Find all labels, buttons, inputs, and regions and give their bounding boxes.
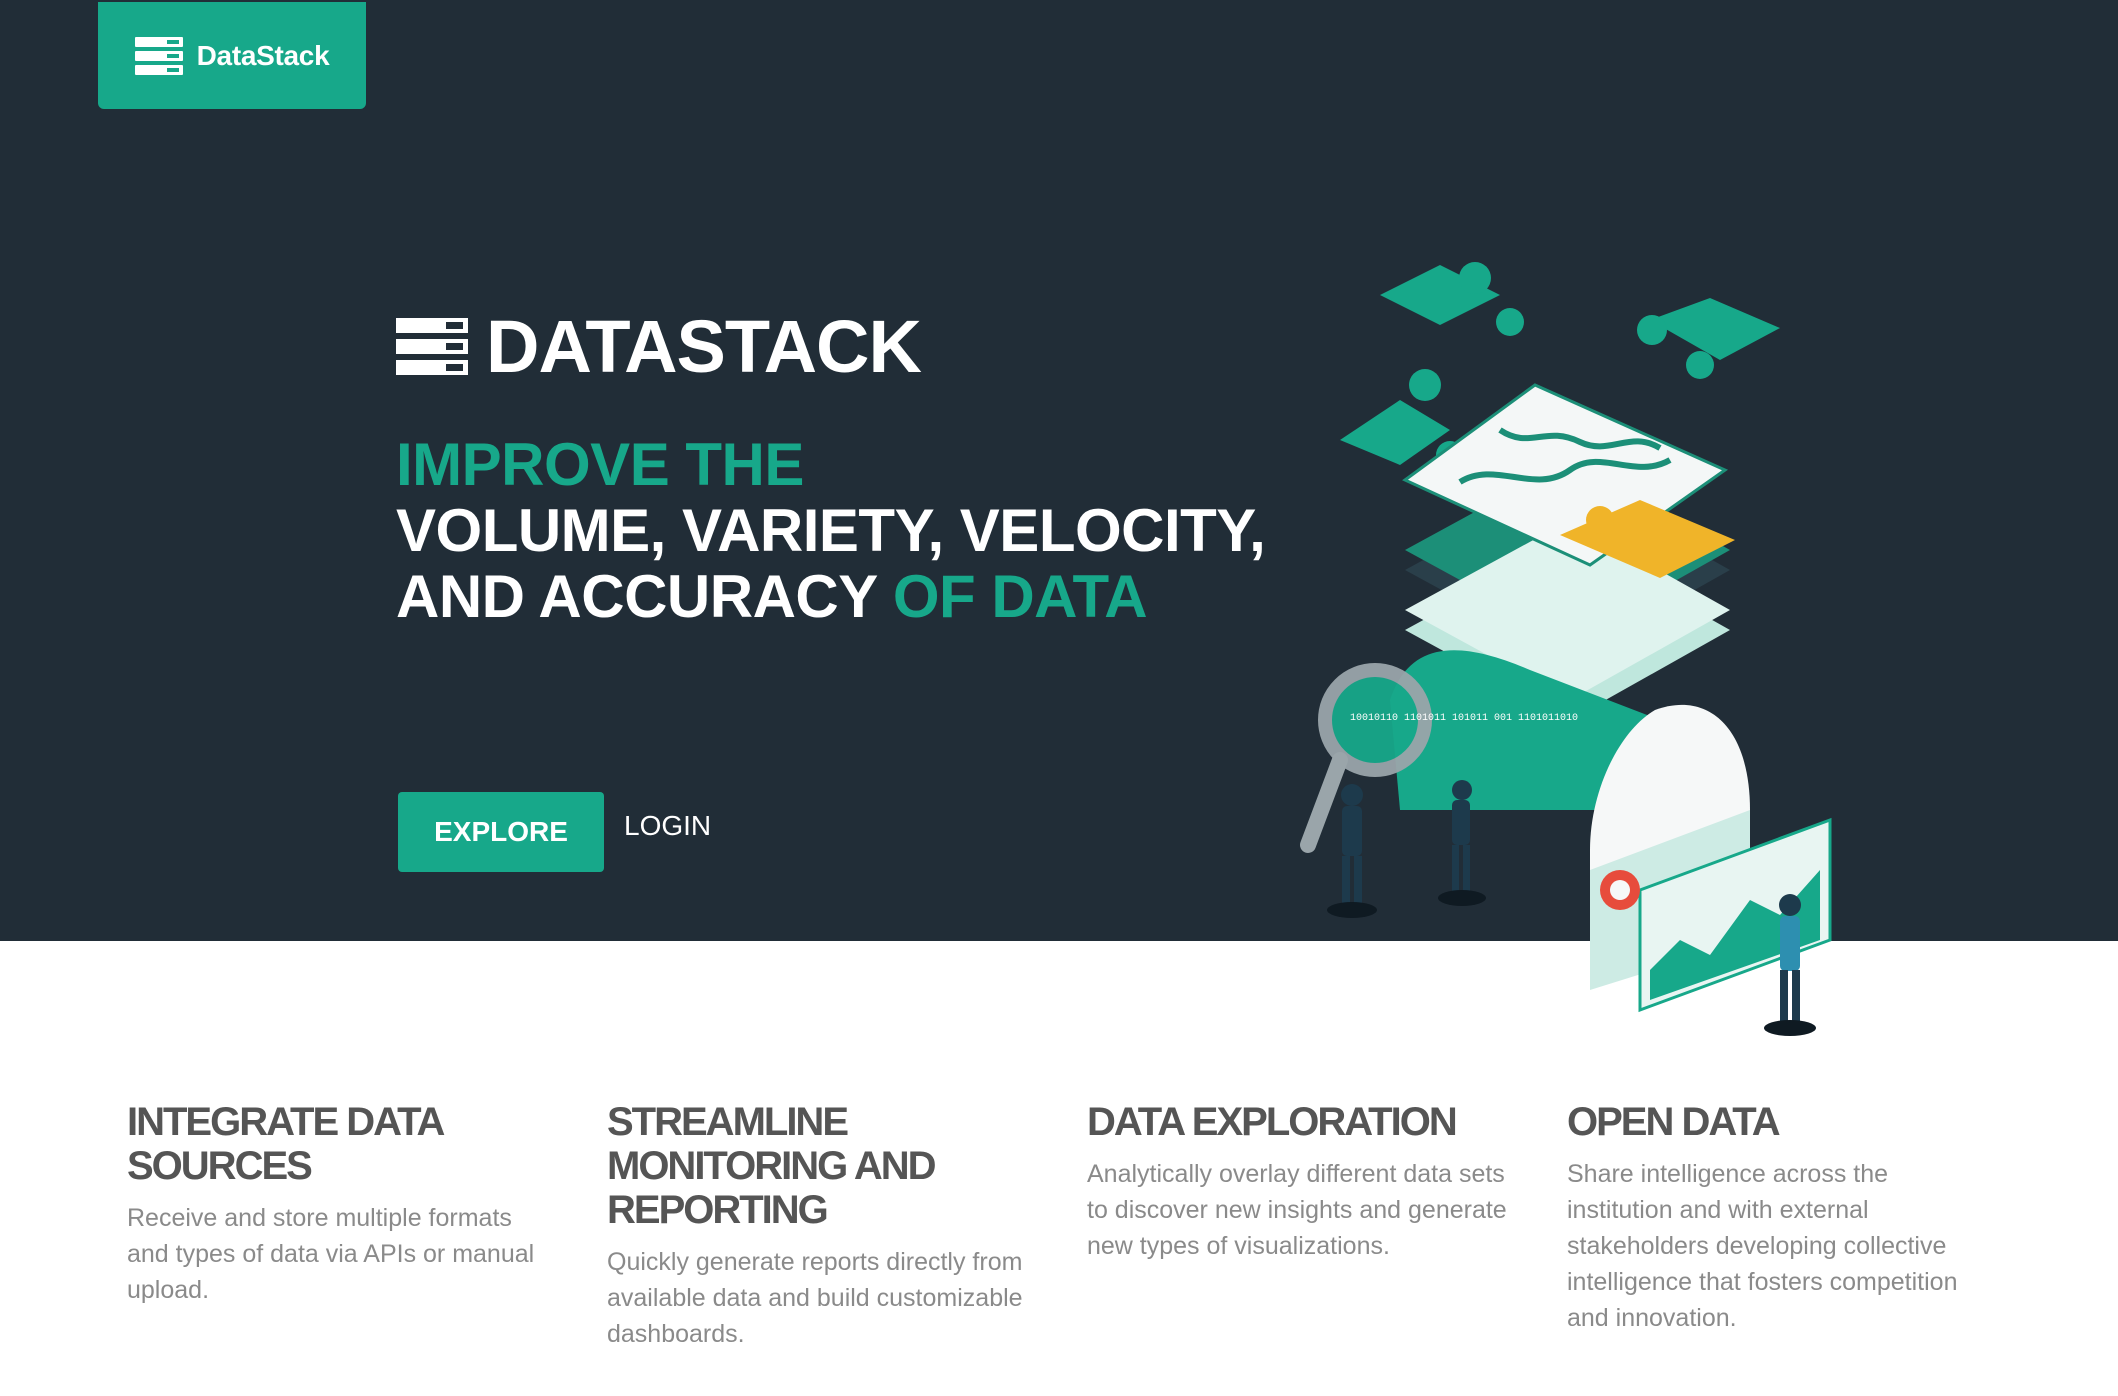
feature-description: Analytically overlay different data sets… [1087, 1160, 1507, 1260]
feature-open-data: OPEN DATA Share intelligence across the … [1567, 1100, 1997, 1336]
feature-description: Receive and store multiple formats and t… [127, 1204, 535, 1304]
features-section: INTEGRATE DATA SOURCES Receive and store… [0, 1100, 2118, 1396]
feature-data-exploration: DATA EXPLORATION Analytically overlay di… [1087, 1100, 1517, 1264]
feature-title: DATA EXPLORATION [1087, 1100, 1458, 1144]
feature-description: Quickly generate reports directly from a… [607, 1248, 1023, 1348]
feature-title: OPEN DATA [1567, 1100, 1781, 1144]
feature-integrate-data: INTEGRATE DATA SOURCES Receive and store… [127, 1100, 557, 1308]
feature-description: Share intelligence across the institutio… [1567, 1160, 1958, 1332]
datastack-logo-icon [134, 36, 183, 75]
login-link[interactable]: LOGIN [624, 810, 711, 842]
hero-headline: IMPROVE THE VOLUME, VARIETY, VELOCITY, A… [396, 431, 1266, 630]
brand-logo-link[interactable]: DataStack [98, 2, 366, 109]
brand-name: DataStack [196, 39, 330, 71]
feature-title: STREAMLINE MONITORING AND REPORTING [607, 1100, 937, 1232]
hero-logo: DATASTACK [396, 305, 922, 388]
headline-line-2: VOLUME, VARIETY, VELOCITY, [396, 497, 1266, 564]
puzzle-piece-icon [1637, 298, 1780, 379]
puzzle-piece-icon [1380, 262, 1524, 336]
binary-text: 10010110 1101011 101011 001 1101011010 [1350, 713, 1578, 724]
headline-line-3-main: AND ACCURACY [396, 563, 877, 630]
headline-line-1: IMPROVE THE [396, 431, 804, 498]
datastack-logo-icon [396, 318, 468, 375]
headline-line-3-accent: OF DATA [892, 563, 1148, 630]
data-puzzle-illustration: 10010110 1101011 101011 001 1101011010 [1300, 262, 1832, 1036]
explore-button[interactable]: EXPLORE [398, 792, 604, 872]
feature-title: INTEGRATE DATA SOURCES [127, 1100, 445, 1188]
feature-streamline-monitoring: STREAMLINE MONITORING AND REPORTING Quic… [607, 1100, 1037, 1352]
hero-wordmark: DATASTACK [486, 305, 922, 388]
